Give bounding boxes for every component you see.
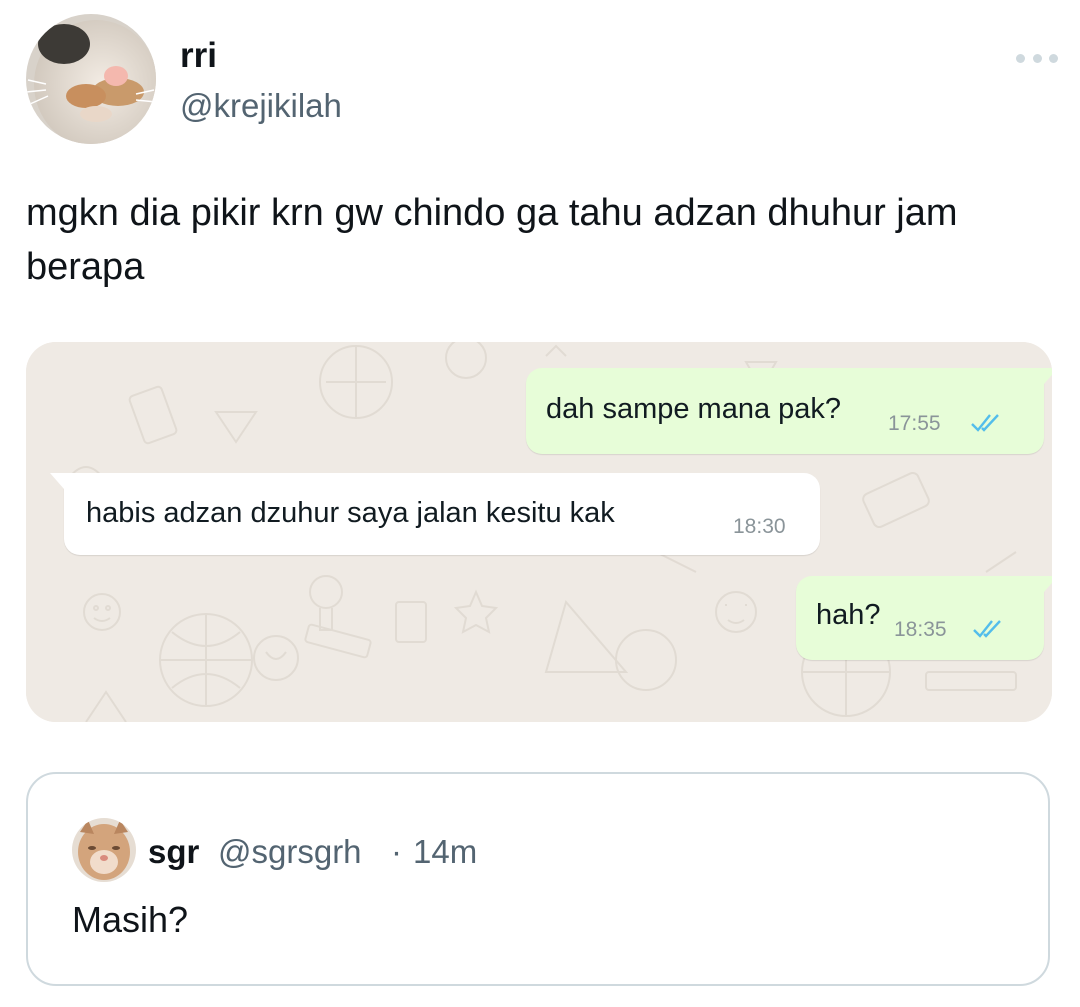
tweet-media-image[interactable]: dah sampe mana pak? 17:55 habis adzan dz…: [26, 342, 1052, 722]
cat-avatar-icon: [26, 14, 156, 144]
double-check-read-icon: [973, 620, 1001, 638]
message-text: hah?: [816, 599, 881, 631]
quoted-author-handle[interactable]: @sgrsgrh: [218, 832, 362, 872]
dot: [1032, 53, 1042, 63]
quoted-author-display-name[interactable]: sgr: [148, 832, 199, 872]
message-time: 18:35: [894, 618, 947, 641]
more-options-icon[interactable]: [1016, 48, 1058, 68]
author-display-name[interactable]: rri: [180, 36, 217, 76]
chat-bubble-outgoing: dah sampe mana pak? 17:55: [526, 368, 1044, 454]
message-time: 18:30: [733, 515, 786, 538]
quoted-tweet-timestamp[interactable]: 14m: [413, 832, 477, 872]
message-text: dah sampe mana pak?: [546, 393, 842, 425]
author-handle[interactable]: @krejikilah: [180, 86, 342, 126]
author-avatar[interactable]: [26, 14, 156, 144]
chat-bubble-incoming: habis adzan dzuhur saya jalan kesitu kak…: [64, 473, 820, 555]
cat-avatar-icon: [72, 818, 136, 882]
quoted-tweet[interactable]: sgr @sgrsgrh · 14m Masih?: [26, 772, 1050, 986]
tweet-text: mgkn dia pikir krn gw chindo ga tahu adz…: [26, 192, 958, 288]
double-check-read-icon: [971, 414, 999, 432]
tweet: rri @krejikilah mgkn dia pikir krn gw ch…: [0, 0, 1080, 1007]
separator-dot: ·: [391, 833, 402, 870]
chat-bubble-outgoing: hah? 18:35: [796, 576, 1044, 660]
message-time: 17:55: [888, 412, 941, 435]
dot: [1016, 53, 1025, 63]
bubble-tail: [1044, 576, 1052, 592]
dot: [1049, 53, 1058, 63]
quoted-tweet-text: Masih?: [72, 899, 189, 940]
message-text: habis adzan dzuhur saya jalan kesitu kak: [86, 497, 615, 529]
bubble-tail: [1044, 368, 1052, 384]
bubble-tail: [50, 473, 64, 489]
quoted-author-avatar[interactable]: [72, 818, 136, 882]
